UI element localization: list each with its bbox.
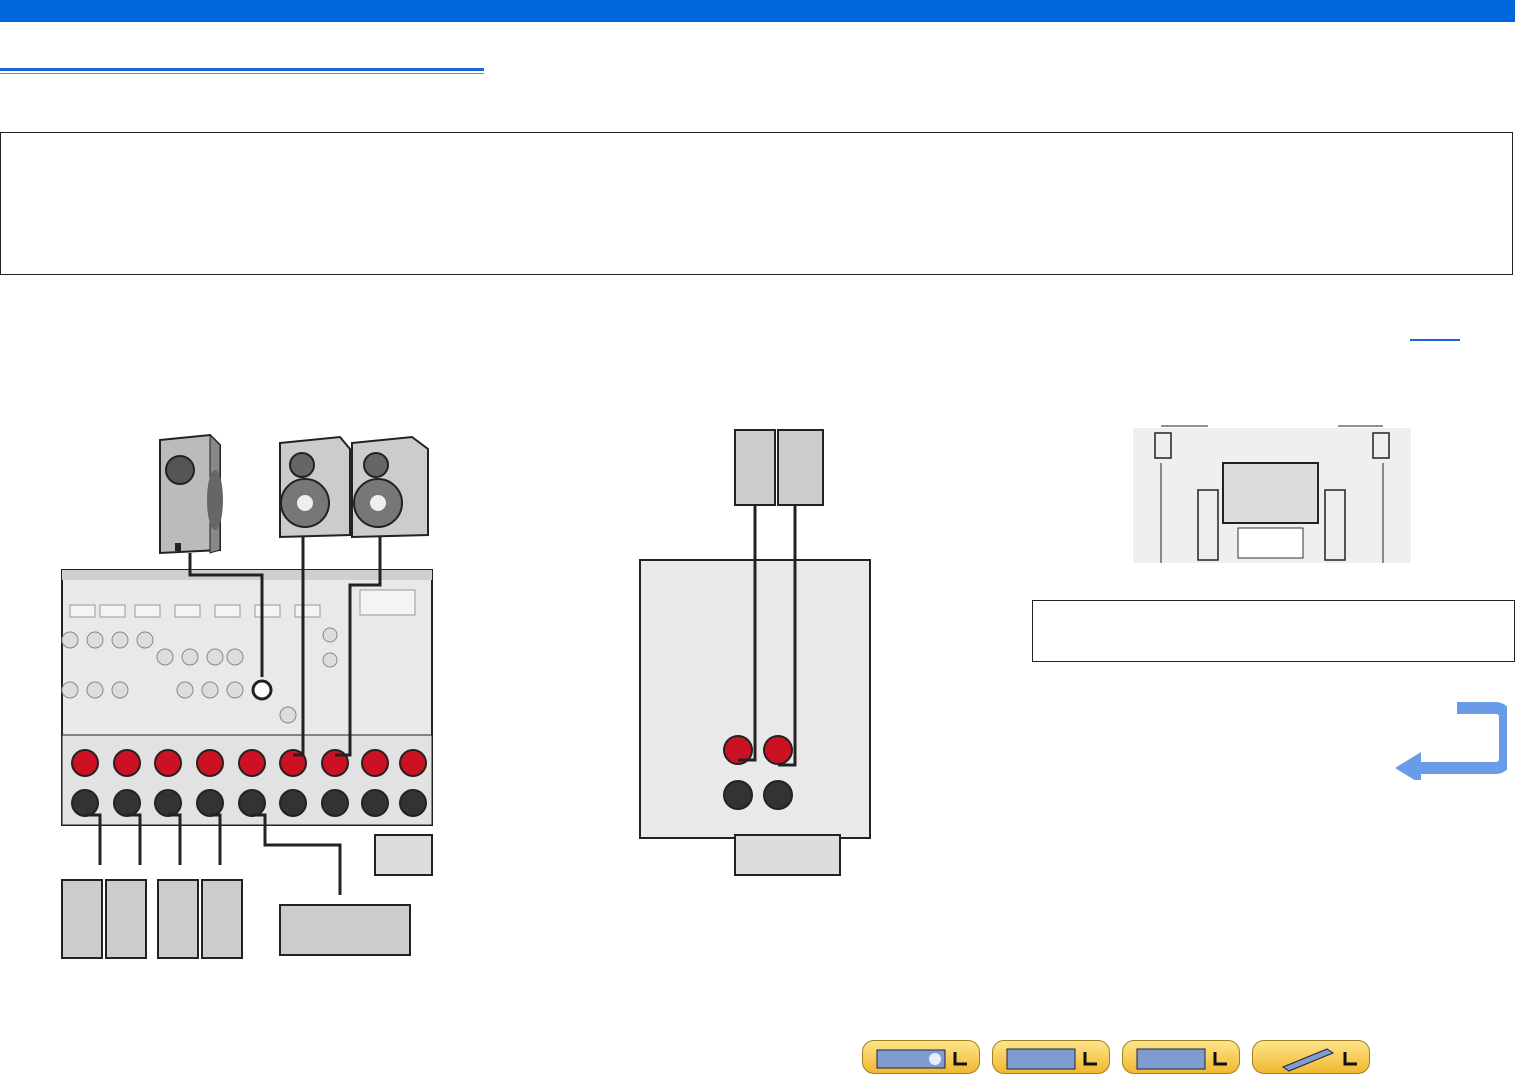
receiver-rear-panel: [61, 569, 433, 876]
title-underline: [0, 68, 484, 76]
page-reference-link[interactable]: [1410, 339, 1460, 341]
subwoofer-icon: [159, 433, 223, 555]
remote-control-icon: [1281, 1048, 1357, 1072]
return-arrow-icon[interactable]: [1395, 700, 1507, 780]
receiver-front-icon: [876, 1049, 967, 1069]
center-speaker-icon: [279, 904, 411, 956]
nav-receiver-front-button[interactable]: [862, 1040, 980, 1074]
bottom-navigation: [862, 1040, 1377, 1076]
rear-panel-wiring-diagram: [61, 433, 433, 959]
tv-icon: [1222, 462, 1319, 524]
front-presence-wiring-diagram: [639, 429, 871, 876]
nav-remote-control-button[interactable]: [1252, 1040, 1370, 1074]
rear-panel-icon: [1006, 1048, 1097, 1070]
front-speaker-right-icon: [351, 435, 429, 539]
nav-menu-grid-button[interactable]: [1122, 1040, 1240, 1074]
presence-speaker-pair-icon: [734, 429, 824, 506]
surround-speaker-left-icon: [61, 879, 103, 959]
surround-speaker-right-icon: [105, 879, 147, 959]
speaker-placement-diagram: [1133, 425, 1411, 563]
menu-grid-icon: [1136, 1048, 1227, 1070]
header-bar: [0, 0, 1515, 22]
surround-back-speaker-left-icon: [157, 879, 199, 959]
surround-back-speaker-right-icon: [201, 879, 243, 959]
front-speaker-left-icon: [279, 435, 351, 539]
note-box: [0, 132, 1513, 275]
placement-note-box: [1032, 600, 1515, 662]
nav-rear-panel-button[interactable]: [992, 1040, 1110, 1074]
